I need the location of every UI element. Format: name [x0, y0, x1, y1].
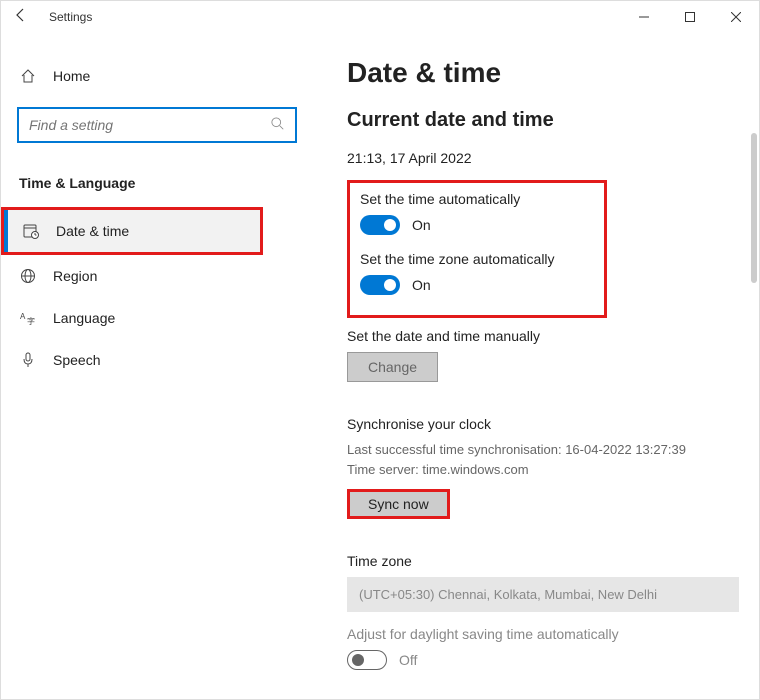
- main-content: Date & time Current date and time 21:13,…: [321, 33, 759, 699]
- sync-server: Time server: time.windows.com: [347, 460, 739, 480]
- dst-state: Off: [399, 652, 417, 668]
- search-icon: [271, 117, 285, 134]
- back-button[interactable]: [1, 7, 41, 28]
- sidebar-item-language[interactable]: A字 Language: [1, 297, 313, 339]
- sidebar-item-label: Language: [53, 310, 115, 326]
- search-box[interactable]: [17, 107, 297, 143]
- manual-label: Set the date and time manually: [347, 328, 739, 344]
- change-button: Change: [347, 352, 438, 382]
- minimize-button[interactable]: [621, 1, 667, 33]
- sidebar: Home Time & Language Date & time Region: [1, 33, 321, 699]
- maximize-button[interactable]: [667, 1, 713, 33]
- auto-tz-label: Set the time zone automatically: [360, 251, 594, 267]
- page-subtitle: Current date and time: [347, 109, 739, 132]
- sidebar-item-speech[interactable]: Speech: [1, 339, 313, 381]
- auto-time-label: Set the time automatically: [360, 191, 594, 207]
- sidebar-item-label: Speech: [53, 352, 100, 368]
- sidebar-item-label: Date & time: [56, 223, 129, 239]
- sync-header: Synchronise your clock: [347, 416, 739, 432]
- auto-time-toggle[interactable]: [360, 215, 400, 235]
- auto-tz-state: On: [412, 277, 431, 293]
- calendar-clock-icon: [22, 222, 40, 240]
- scrollbar[interactable]: [751, 133, 757, 283]
- titlebar: Settings: [1, 1, 759, 33]
- close-button[interactable]: [713, 1, 759, 33]
- tz-header: Time zone: [347, 553, 739, 569]
- auto-settings-highlight: Set the time automatically On Set the ti…: [347, 180, 607, 318]
- dst-toggle: [347, 650, 387, 670]
- sync-last: Last successful time synchronisation: 16…: [347, 440, 739, 460]
- home-icon: [19, 67, 37, 85]
- microphone-icon: [19, 351, 37, 369]
- page-title: Date & time: [347, 57, 739, 89]
- svg-text:字: 字: [27, 316, 35, 326]
- auto-time-state: On: [412, 217, 431, 233]
- app-title: Settings: [49, 10, 92, 24]
- dst-label: Adjust for daylight saving time automati…: [347, 626, 739, 642]
- globe-icon: [19, 267, 37, 285]
- sidebar-item-label: Region: [53, 268, 97, 284]
- home-label: Home: [53, 68, 90, 84]
- current-datetime: 21:13, 17 April 2022: [347, 150, 739, 166]
- sidebar-item-region[interactable]: Region: [1, 255, 313, 297]
- window-controls: [621, 1, 759, 33]
- home-link[interactable]: Home: [1, 57, 313, 95]
- auto-tz-toggle[interactable]: [360, 275, 400, 295]
- sidebar-group-header: Time & Language: [1, 165, 313, 207]
- svg-text:A: A: [20, 312, 26, 321]
- sidebar-item-date-time[interactable]: Date & time: [4, 210, 260, 252]
- tz-dropdown: (UTC+05:30) Chennai, Kolkata, Mumbai, Ne…: [347, 577, 739, 612]
- language-icon: A字: [19, 309, 37, 327]
- search-input[interactable]: [29, 117, 271, 133]
- sync-now-button[interactable]: Sync now: [347, 489, 450, 519]
